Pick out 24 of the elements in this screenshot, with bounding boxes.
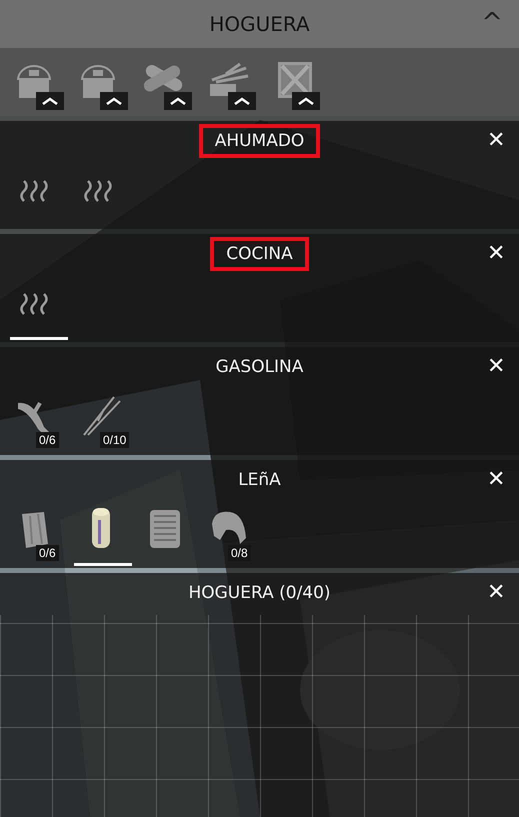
section-title: LEñA xyxy=(237,469,282,492)
chevron-up-icon xyxy=(164,92,192,110)
close-button[interactable]: ✕ xyxy=(483,353,509,379)
item-count: 0/6 xyxy=(36,545,59,561)
section-title: AHUMADO xyxy=(198,124,320,158)
chevron-up-icon xyxy=(100,92,128,110)
item-count: 0/10 xyxy=(100,432,130,448)
section-title: HOGUERA (0/40) xyxy=(187,582,332,605)
panel-title: HOGUERA xyxy=(209,12,310,36)
chevron-up-icon xyxy=(36,92,64,110)
close-button[interactable]: ✕ xyxy=(483,240,509,266)
close-button[interactable]: ✕ xyxy=(483,127,509,153)
item-slot[interactable]: 0/6 xyxy=(10,387,68,453)
section-title: GASOLINA xyxy=(214,356,304,379)
item-slot[interactable]: 0/8 xyxy=(202,500,260,566)
close-button[interactable]: ✕ xyxy=(483,466,509,492)
item-slot[interactable]: 0/6 xyxy=(10,500,68,566)
close-button[interactable]: ✕ xyxy=(483,579,509,605)
item-count: 0/8 xyxy=(228,545,251,561)
item-slot[interactable]: 0/10 xyxy=(74,387,132,453)
item-count: 0/6 xyxy=(36,432,59,448)
chevron-up-icon xyxy=(292,92,320,110)
chevron-up-icon xyxy=(228,92,256,110)
section-title: COCINA xyxy=(210,237,309,271)
